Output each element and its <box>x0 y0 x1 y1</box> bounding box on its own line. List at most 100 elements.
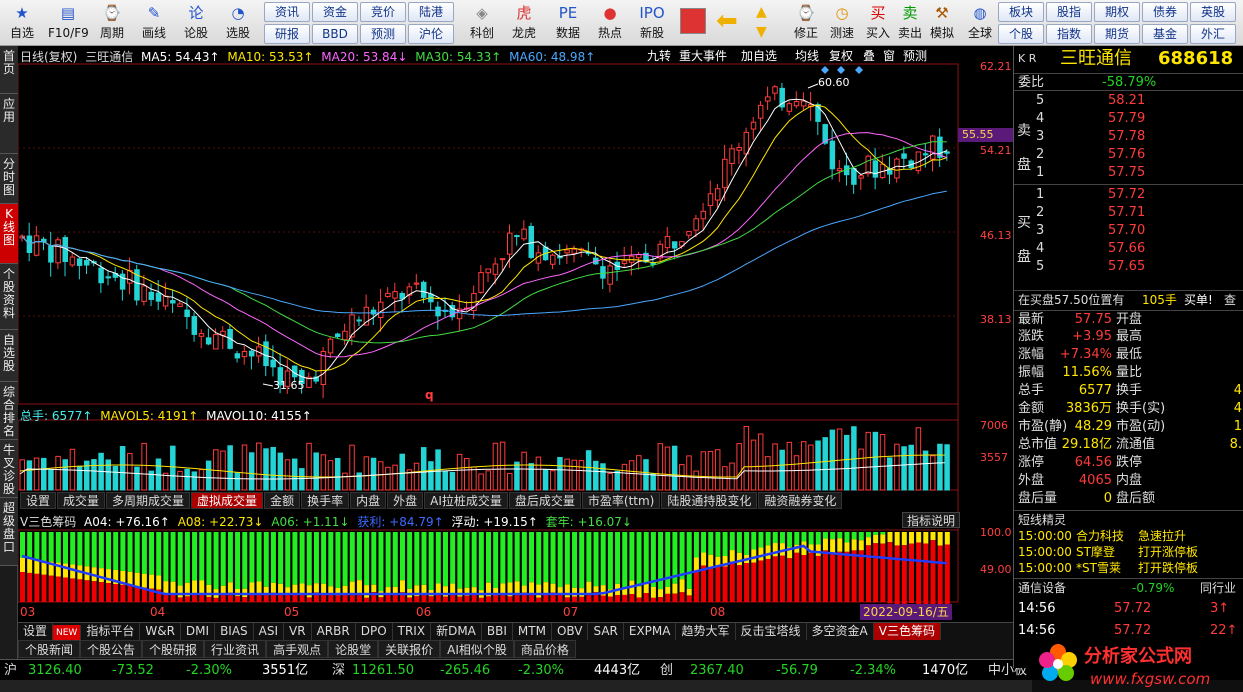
indicator-tab[interactable]: 指标平台 <box>81 623 141 640</box>
volume-sub-tab[interactable]: 融资融券变化 <box>758 492 843 509</box>
indicator-tab[interactable]: ARBR <box>312 623 356 640</box>
volume-sub-tab[interactable]: 虚拟成交量 <box>191 492 264 509</box>
toolbar-button-0[interactable]: ★ 自选 <box>2 2 42 44</box>
volume-sub-tab[interactable]: 设置 <box>20 492 57 509</box>
toolbar-button-6[interactable]: ◈ 科创 <box>462 2 502 44</box>
indicator-tab[interactable]: 新DMA <box>431 623 482 640</box>
indicator-tab[interactable]: ASI <box>254 623 285 640</box>
sell-level-row[interactable]: 5 58.21 <box>1014 92 1243 110</box>
indicator-tab[interactable]: 趋势大军 <box>676 623 736 640</box>
kline-svg[interactable] <box>18 46 1013 622</box>
toolbar-mini-button[interactable]: 预测 <box>360 24 406 44</box>
indicator-tab[interactable]: OBV <box>552 623 589 640</box>
indicator-tab[interactable]: 设置 <box>18 623 54 640</box>
news-tab[interactable]: 个股研报 <box>142 640 205 658</box>
red-block-icon[interactable] <box>680 8 706 34</box>
volume-sub-tab[interactable]: 多周期成交量 <box>106 492 191 509</box>
back-arrow-icon[interactable]: ⬅ <box>716 6 738 36</box>
toolbar-button-10[interactable]: IPO 新股 <box>632 2 672 44</box>
toolbar-button-7[interactable]: 虎龙虎 <box>504 2 544 44</box>
toolbar-button-2[interactable]: ⌚ 周期 <box>92 2 132 44</box>
buy-level-row[interactable]: 4 57.66 <box>1014 240 1243 258</box>
sell-level-row[interactable]: 2 57.76 <box>1014 146 1243 164</box>
indicator-tab[interactable]: 多空资金A <box>807 623 874 640</box>
toolbar-mini-button[interactable]: 期权 <box>1094 2 1140 22</box>
buy-level-row[interactable]: 3 57.70 <box>1014 222 1243 240</box>
left-tab-1[interactable]: 应用 <box>0 94 18 154</box>
indicator-tab[interactable]: MTM <box>513 623 552 640</box>
toolbar-mini-button[interactable]: 基金 <box>1142 24 1188 44</box>
volume-sub-tab[interactable]: 成交量 <box>57 492 106 509</box>
buy-level-row[interactable]: 5 57.65 <box>1014 258 1243 276</box>
toolbar-mini-button[interactable]: 资讯 <box>264 2 310 22</box>
buy-level-row[interactable]: 1 57.72 <box>1014 186 1243 204</box>
indicator-tab[interactable]: EXPMA <box>624 623 677 640</box>
volume-sub-tab[interactable]: 内盘 <box>350 492 387 509</box>
sell-level-row[interactable]: 4 57.79 <box>1014 110 1243 128</box>
indicator-help-button[interactable]: 指标说明 <box>902 512 961 528</box>
indicator-tab[interactable]: SAR <box>588 623 624 640</box>
toolbar-button-3[interactable]: ✎ 画线 <box>134 2 174 44</box>
indicator-tab[interactable]: VR <box>284 623 312 640</box>
toolbar-mini-button[interactable]: 期货 <box>1094 24 1140 44</box>
toolbar-mini-button[interactable]: 外汇 <box>1190 24 1236 44</box>
volume-sub-tab[interactable]: 市盈率(ttm) <box>581 492 661 509</box>
indicator-tab[interactable]: W&R <box>140 623 181 640</box>
sell-level-row[interactable]: 1 57.75 <box>1014 164 1243 182</box>
news-tab[interactable]: 个股新闻 <box>18 640 81 658</box>
news-tab[interactable]: 关联报价 <box>378 640 441 658</box>
toolbar-button-15[interactable]: ⚒ 模拟 <box>922 2 962 44</box>
toolbar-mini-button[interactable]: 英股 <box>1190 2 1236 22</box>
volume-sub-tab[interactable]: 陆股通持股变化 <box>661 492 758 509</box>
toolbar-button-9[interactable]: ● 热点 <box>590 2 630 44</box>
volume-sub-tab[interactable]: AI拉桩成交量 <box>424 492 508 509</box>
toolbar-button-8[interactable]: PE 数据 <box>548 2 588 44</box>
news-tab[interactable]: AI相似个股 <box>440 640 514 658</box>
kline-chart-area[interactable]: 日线(复权) 三旺通信 MA5: 54.43↑ MA10: 53.53↑ MA2… <box>18 46 1013 622</box>
left-tab-8[interactable]: 超级盘口 <box>0 498 18 566</box>
toolbar-mini-button[interactable]: 沪伦 <box>408 24 454 44</box>
bid-ask-more[interactable]: 查 <box>1224 291 1236 309</box>
indicator-tab[interactable]: BIAS <box>215 623 254 640</box>
toolbar-mini-button[interactable]: 指数 <box>1046 24 1092 44</box>
toolbar-mini-button[interactable]: BBD <box>312 24 358 44</box>
news-tab[interactable]: 论股堂 <box>328 640 379 658</box>
left-tab-5[interactable]: 自选股 <box>0 330 18 382</box>
news-tab[interactable]: 商品价格 <box>513 640 576 658</box>
sell-level-row[interactable]: 3 57.78 <box>1014 128 1243 146</box>
left-tab-2[interactable]: 分时图 <box>0 154 18 204</box>
toolbar-mini-button[interactable]: 个股 <box>998 24 1044 44</box>
toolbar-mini-button[interactable]: 资金 <box>312 2 358 22</box>
toolbar-button-5[interactable]: ◔ 选股 <box>218 2 258 44</box>
elf-row[interactable]: 15:00:00 ST摩登 打开涨停板 <box>1014 544 1243 560</box>
toolbar-mini-button[interactable]: 竞价 <box>360 2 406 22</box>
left-tab-3[interactable]: K线图 <box>0 204 18 264</box>
up-arrow-icon[interactable]: ▲ <box>756 2 767 22</box>
news-tab[interactable]: 高手观点 <box>266 640 329 658</box>
indicator-tab[interactable]: DPO <box>356 623 393 640</box>
toolbar-button-11[interactable]: ⌚ 修正 <box>786 2 826 44</box>
indicator-tab[interactable]: 反击宝塔线 <box>736 623 807 640</box>
down-arrow-icon[interactable]: ▼ <box>756 22 767 42</box>
left-tab-0[interactable]: 首页 <box>0 46 18 94</box>
toolbar-button-12[interactable]: ◷ 测速 <box>822 2 862 44</box>
indicator-tab[interactable]: DMI <box>181 623 216 640</box>
volume-sub-tab[interactable]: 金额 <box>264 492 301 509</box>
toolbar-mini-button[interactable]: 陆港 <box>408 2 454 22</box>
indicator-tab[interactable]: BBI <box>482 623 513 640</box>
left-tab-6[interactable]: 综合排名 <box>0 382 18 440</box>
volume-sub-tab[interactable]: 外盘 <box>387 492 424 509</box>
toolbar-mini-button[interactable]: 债券 <box>1142 2 1188 22</box>
left-tab-4[interactable]: 个股资料 <box>0 264 18 330</box>
volume-sub-tab[interactable]: 换手率 <box>301 492 350 509</box>
left-tab-7[interactable]: 牛叉诊股 <box>0 440 18 498</box>
volume-sub-tab[interactable]: 盘后成交量 <box>508 492 581 509</box>
news-tab[interactable]: 行业资讯 <box>204 640 267 658</box>
event-diamond-icon[interactable] <box>821 66 829 74</box>
toolbar-button-4[interactable]: 论论股 <box>176 2 216 44</box>
toolbar-mini-button[interactable]: 股指 <box>1046 2 1092 22</box>
elf-row[interactable]: 15:00:00 合力科技 急速拉升 <box>1014 528 1243 544</box>
indicator-tab[interactable]: V三色筹码 <box>873 623 941 640</box>
event-diamond-icon[interactable] <box>855 66 863 74</box>
elf-row[interactable]: 15:00:00 *ST雪莱 打开跌停板 <box>1014 560 1243 576</box>
